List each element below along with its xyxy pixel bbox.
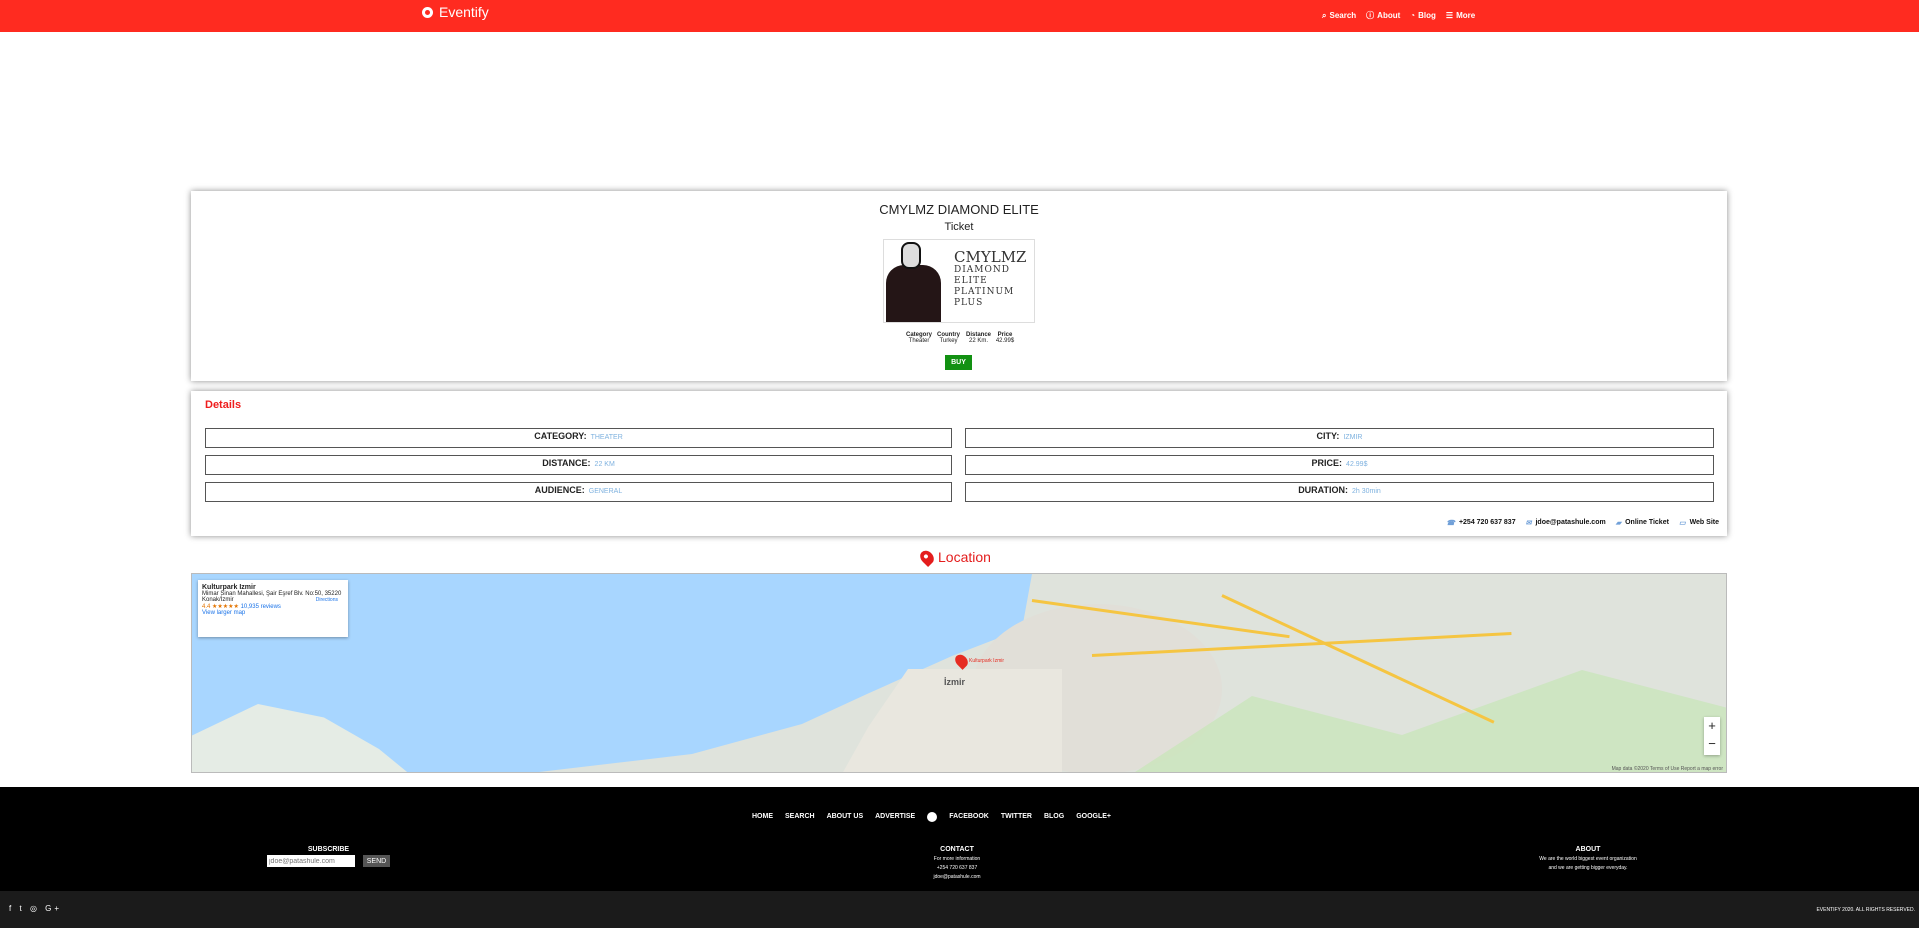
nav-more[interactable]: ☰ More	[1446, 10, 1475, 21]
poster-title: CMYLMZ	[954, 248, 1027, 266]
about-section: ABOUT We are the world biggest event orga…	[1539, 846, 1637, 871]
location-heading: Location	[917, 547, 991, 567]
social-icons: f t ◎ G+	[9, 904, 62, 913]
nav-blog[interactable]: ◔ Blog	[1410, 10, 1436, 21]
copyright-bar: f t ◎ G+ EVENTIFY 2020. ALL RIGHTS RESER…	[0, 891, 1919, 928]
footer-search-link[interactable]: SEARCH	[785, 813, 815, 822]
instagram-icon[interactable]: ◎	[30, 904, 40, 913]
website-link[interactable]: ▭ Web Site	[1679, 519, 1719, 527]
brand-name: Eventify	[439, 4, 489, 20]
map-info-card: Kulturpark Izmir Mimar Sinan Mahallesi, Ş…	[198, 580, 348, 637]
map-attribution[interactable]: Map data ©2020 Terms of Use Report a map…	[1612, 766, 1723, 772]
email-link[interactable]: ✉ jdoe@patashule.com	[1526, 519, 1606, 527]
map-marker-icon[interactable]	[952, 652, 971, 670]
poster-line: PLATINUM	[954, 287, 1015, 297]
poster-person	[886, 265, 941, 322]
contact-section: CONTACT For more information +254 720 637 …	[933, 846, 981, 880]
nav-search[interactable]: ⌕ Search	[1322, 10, 1356, 21]
zoom-in-icon[interactable]: +	[1704, 717, 1720, 735]
eventify-logo-icon	[422, 6, 433, 18]
event-poster: CMYLMZ DIAMOND ELITE PLATINUM PLUS	[883, 239, 1035, 323]
summary-value: Theater	[908, 338, 930, 344]
top-nav: Eventify ⌕ Search ⓘ About ◔ Blog ☰ More	[0, 0, 1919, 32]
poster-mask	[901, 242, 921, 269]
zoom-out-icon[interactable]: −	[1704, 735, 1720, 753]
detail-city: CITY: IZMIR	[965, 428, 1714, 448]
phone-link[interactable]: ☎ +254 720 637 837	[1446, 519, 1515, 527]
subscribe-email-input[interactable]	[267, 855, 355, 867]
map[interactable]: Kulturpark Izmir Mimar Sinan Mahallesi, Ş…	[191, 573, 1727, 773]
ticket-icon: ▰	[1615, 520, 1622, 527]
detail-duration: DURATION: 2h 30min	[965, 482, 1714, 502]
view-larger-map-link[interactable]: View larger map	[202, 610, 344, 616]
footer-logo-icon	[927, 812, 938, 822]
footer-advertise-link[interactable]: ADVERTISE	[875, 813, 915, 822]
footer-home-link[interactable]: HOME	[752, 813, 773, 822]
facebook-icon[interactable]: f	[9, 904, 14, 913]
details-card: Details CATEGORY: THEATER CITY: IZMIR DIST…	[191, 391, 1727, 536]
monitor-icon: ▭	[1678, 520, 1686, 527]
event-subtitle: Ticket	[944, 221, 974, 233]
location-pin-icon	[917, 547, 937, 567]
event-summary: Category Country Distance Price Theater Turk…	[903, 332, 1015, 344]
twitter-icon[interactable]: t	[19, 904, 24, 913]
detail-category: CATEGORY: THEATER	[205, 428, 952, 448]
online-ticket-link[interactable]: ▰ Online Ticket	[1616, 519, 1669, 527]
nav-about[interactable]: ⓘ About	[1366, 10, 1400, 21]
google-plus-icon[interactable]: G+	[45, 904, 62, 913]
map-city-label: İzmir	[944, 677, 966, 687]
copyright-text: EVENTIFY 2020. ALL RIGHTS RESERVED.	[1816, 907, 1915, 913]
summary-value: Turkey	[939, 338, 958, 344]
map-hills	[1132, 670, 1726, 772]
poster-line: DIAMOND	[954, 265, 1010, 275]
poster-line: ELITE	[954, 276, 988, 286]
detail-price: PRICE: 42.99$	[965, 455, 1714, 475]
contact-links: ☎ +254 720 637 837 ✉ jdoe@patashule.com ▰ O…	[1446, 519, 1719, 527]
send-button[interactable]: SEND	[363, 855, 390, 867]
mail-icon: ✉	[1525, 520, 1532, 527]
subscribe-section: SUBSCRIBESEND	[266, 845, 391, 867]
footer-nav: HOME SEARCH ABOUT US ADVERTISE FACEBOOK TWITT…	[752, 812, 1111, 822]
footer-blog-link[interactable]: BLOG	[1044, 813, 1064, 822]
footer-googleplus-link[interactable]: GOOGLE+	[1076, 813, 1111, 822]
phone-icon: ☎	[1446, 520, 1455, 527]
summary-value: 42.99$	[995, 338, 1015, 344]
footer-about-link[interactable]: ABOUT US	[827, 813, 864, 822]
poster-line: PLUS	[954, 298, 984, 308]
footer-twitter-link[interactable]: TWITTER	[1001, 813, 1032, 822]
detail-distance: DISTANCE: 22 KM	[205, 455, 952, 475]
details-title: Details	[205, 399, 242, 411]
brand-logo[interactable]: Eventify	[422, 4, 489, 20]
zoom-controls[interactable]: + −	[1704, 717, 1720, 755]
directions-link[interactable]: Directions	[316, 597, 338, 603]
summary-value: 22 Km.	[968, 338, 988, 344]
detail-audience: AUDIENCE: GENERAL	[205, 482, 952, 502]
footer: HOME SEARCH ABOUT US ADVERTISE FACEBOOK TWITT…	[0, 787, 1919, 891]
footer-facebook-link[interactable]: FACEBOOK	[949, 813, 989, 822]
map-marker-label: Kulturpark Izmir	[969, 658, 1005, 664]
buy-button[interactable]: BUY	[945, 355, 972, 370]
event-card: CMYLMZ DIAMOND ELITE Ticket CMYLMZ DIAMO…	[191, 191, 1727, 381]
event-title: CMYLMZ DIAMOND ELITE	[879, 202, 1039, 217]
